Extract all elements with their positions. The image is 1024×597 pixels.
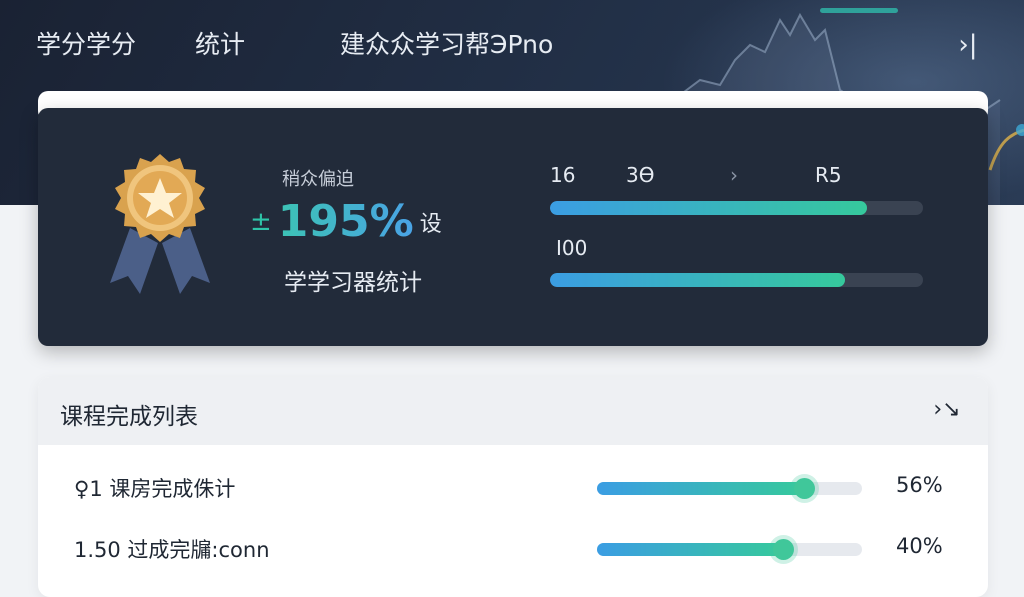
- stats-card: 稍众偏迫 ±195% 设 学学习器统计 16 3Ѳ › R5 I00: [38, 108, 988, 346]
- stats-small-label: 稍众偏迫: [282, 169, 354, 190]
- expand-arrow-icon[interactable]: ›↘: [932, 395, 962, 425]
- list-header: 课程完成列表 ›↘: [38, 377, 988, 445]
- bar1-label-end: R5: [815, 163, 842, 187]
- bar1-label-marker: ›: [730, 163, 738, 187]
- course-progress-knob: [793, 478, 815, 499]
- course-progress-fill: [597, 482, 804, 495]
- stats-progress-fill-1: [550, 201, 868, 215]
- plus-minus-sign: ±: [250, 206, 272, 237]
- stats-big-value-row: ±195% 设: [250, 196, 442, 247]
- list-item[interactable]: 1.50 过成完牖:conn 40%: [38, 520, 988, 578]
- nav-tab-stats[interactable]: 统计: [195, 28, 245, 62]
- course-progress-bar: [597, 539, 862, 560]
- course-row-label: 1.50 过成完牖:conn: [74, 538, 270, 562]
- collapse-right-icon[interactable]: ›|: [950, 28, 986, 62]
- course-progress-knob: [772, 539, 794, 560]
- stats-progress-bar-2: [550, 273, 923, 287]
- bar2-label: I00: [556, 236, 588, 260]
- page-title: 建众众学习帮ЭPno: [340, 30, 554, 59]
- stats-big-value: 195%: [277, 196, 414, 247]
- bar1-label-mid: 3Ѳ: [626, 163, 655, 187]
- stats-progress-bar-1: [550, 201, 923, 215]
- bar1-label-start: 16: [550, 163, 576, 187]
- nav-tab-credits[interactable]: 学分学分: [36, 28, 136, 62]
- course-row-label: ♀1 课房完成侏计: [74, 477, 236, 501]
- course-progress-fill: [597, 543, 783, 556]
- course-row-percent: 40%: [896, 534, 943, 558]
- list-title: 课程完成列表: [60, 404, 198, 430]
- stats-progress-fill-2: [550, 273, 845, 287]
- stats-sub-label: 学学习器统计: [284, 270, 422, 296]
- stats-big-suffix: 设: [419, 211, 442, 237]
- accent-strip: [820, 8, 898, 13]
- course-row-percent: 56%: [896, 473, 943, 497]
- star-medal-icon: [110, 154, 210, 294]
- list-item[interactable]: ♀1 课房完成侏计 56%: [38, 459, 988, 517]
- course-progress-bar: [597, 478, 862, 499]
- course-completion-card: 课程完成列表 ›↘ ♀1 课房完成侏计 56% 1.50 过成完牖:conn 4…: [38, 377, 988, 597]
